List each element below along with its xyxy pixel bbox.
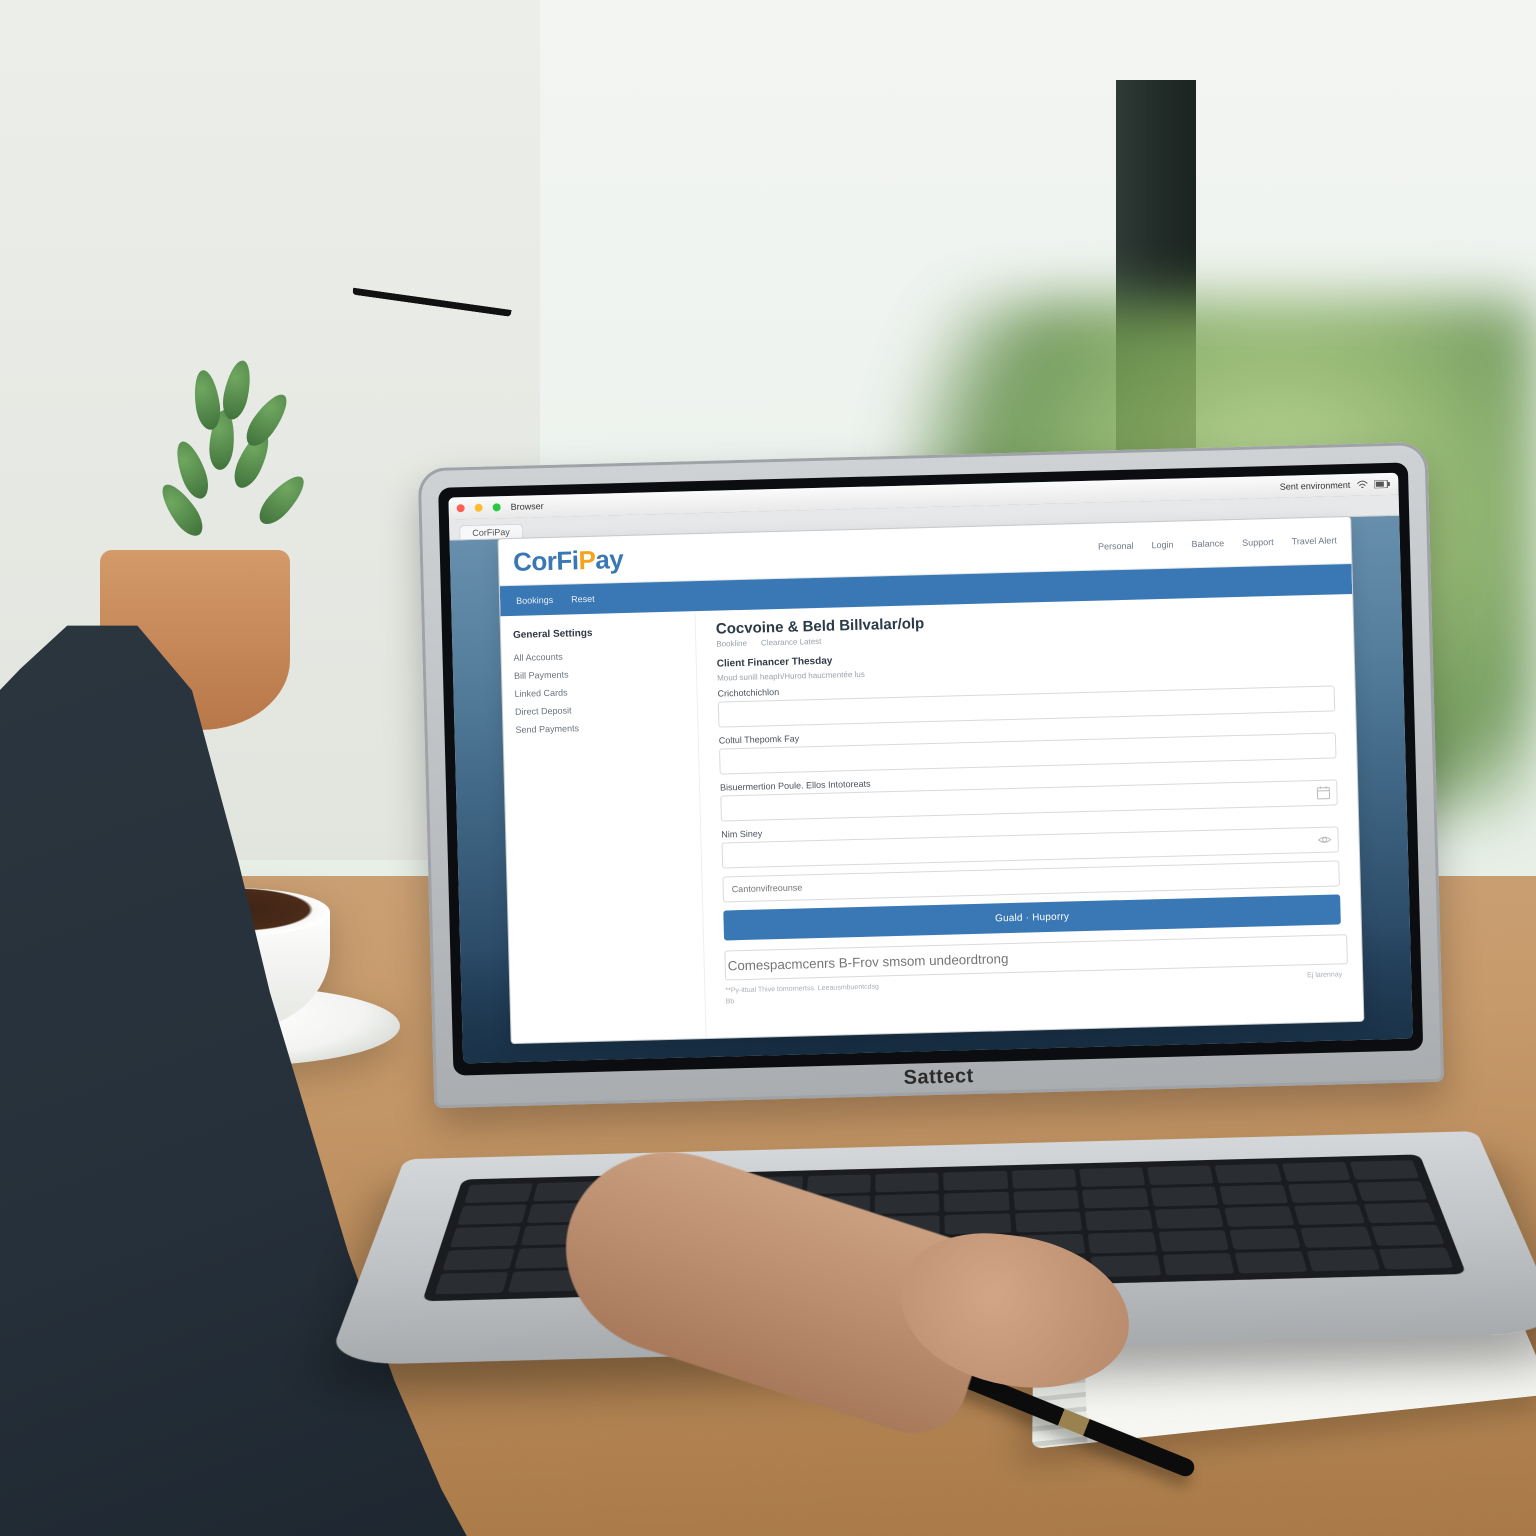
calendar-icon[interactable] [1316, 786, 1330, 800]
form-field: Coltul Thepomk Fay [719, 719, 1337, 774]
sidebar-item[interactable]: Send Payments [515, 716, 685, 738]
wifi-icon [1356, 480, 1368, 490]
subnav-item[interactable]: Reset [571, 594, 595, 605]
form-field: Bisuermertion Poule. Ellos Intotoreats [720, 766, 1338, 821]
screen: Browser Sent environment CorFiPay [448, 473, 1412, 1064]
footnote-link[interactable]: Ej larennay [1307, 970, 1342, 981]
site-logo[interactable]: CorFiPay [513, 544, 624, 578]
menubar-app-name: Browser [511, 501, 544, 512]
form-field: Crichotchichlon [717, 672, 1335, 727]
sidebar-heading: General Settings [513, 625, 683, 640]
traffic-light-max-icon[interactable] [493, 503, 501, 511]
laptop-lid: Browser Sent environment CorFiPay [418, 442, 1444, 1108]
submit-button[interactable]: Guald · Huporry [723, 894, 1341, 940]
sidebar: General Settings All Accounts Bill Payme… [501, 611, 707, 1043]
primary-nav: Personal Login Balance Support Travel Al… [1098, 535, 1337, 551]
sublink[interactable]: Bookline [716, 639, 747, 649]
nav-item[interactable]: Personal [1098, 541, 1134, 552]
nav-item[interactable]: Balance [1191, 538, 1224, 549]
scene-root: Browser Sent environment CorFiPay [0, 0, 1536, 1536]
browser-window: CorFiPay Personal Login Balance Support … [497, 516, 1364, 1044]
page-content: General Settings All Accounts Bill Payme… [501, 594, 1364, 1043]
tab-title: CorFiPay [472, 527, 510, 538]
traffic-light-close-icon[interactable] [457, 504, 465, 512]
nav-item[interactable]: Login [1151, 540, 1173, 551]
traffic-light-min-icon[interactable] [475, 504, 483, 512]
nav-item[interactable]: Support [1242, 537, 1274, 548]
form-panel: Cocvoine & Beld Billvalar/olp Bookline C… [695, 594, 1363, 1038]
sublink[interactable]: Clearance Latest [761, 637, 822, 648]
battery-icon [1374, 480, 1390, 488]
menubar-status-text: Sent environment [1280, 480, 1351, 492]
eye-icon[interactable] [1317, 833, 1331, 847]
nav-item[interactable]: Travel Alert [1292, 535, 1337, 546]
form-field: Nim Siney [721, 813, 1339, 868]
subnav-item[interactable]: Bookings [516, 595, 553, 606]
